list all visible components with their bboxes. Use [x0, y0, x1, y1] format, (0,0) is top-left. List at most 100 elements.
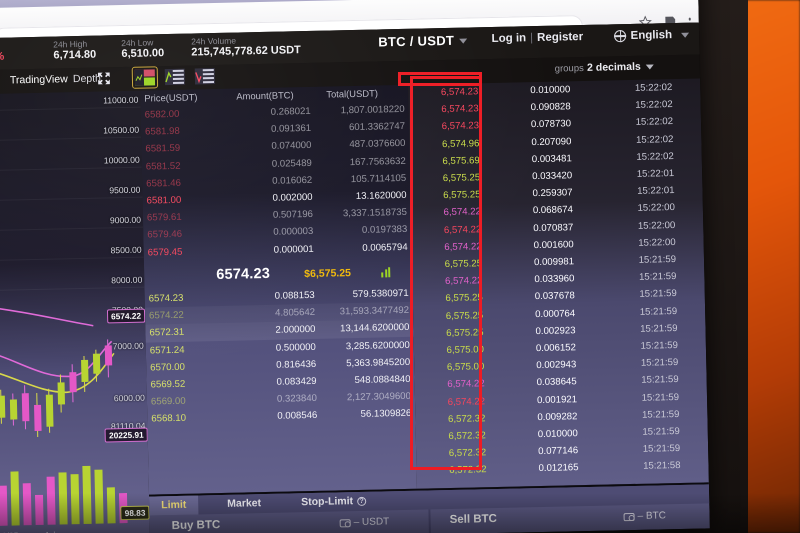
trade-amount: 0.078730: [530, 118, 572, 131]
trade-time: 15:22:02: [634, 82, 673, 94]
help-icon[interactable]: ?: [357, 496, 367, 507]
decimals-selector[interactable]: 2 decimals: [586, 60, 654, 74]
trade-price: 6,574.22: [447, 378, 485, 391]
trade-amount: 0.006152: [535, 342, 577, 355]
orderbook-both-icon[interactable]: [131, 66, 159, 89]
ask-price: 6581.52: [145, 160, 181, 173]
tab-market[interactable]: Market: [215, 494, 273, 514]
trade-time: 15:21:59: [638, 254, 677, 266]
trade-amount: 0.010000: [537, 428, 578, 441]
trade-amount: 0.207090: [531, 135, 572, 148]
ticker-high: 24h High 6,714.80: [53, 39, 96, 63]
orderbook-asks-icon[interactable]: [194, 67, 216, 85]
tab-stop-limit[interactable]: Stop-Limit?: [289, 492, 378, 513]
auth-separator: |: [529, 32, 534, 45]
ask-price: 6581.00: [146, 194, 182, 207]
trade-time: 15:21:59: [641, 374, 679, 387]
trade-time: 15:22:02: [635, 99, 673, 112]
trade-price: 6,575.25: [443, 189, 481, 202]
chevron-down-icon: [681, 32, 690, 38]
trade-price: 6,572.32: [448, 447, 487, 460]
bid-total: 13,144.6200000: [339, 322, 410, 335]
trade-price: 6,574.22: [447, 395, 486, 408]
sell-side-title: Sell BTC: [449, 512, 498, 527]
trade-time: 15:21:59: [641, 408, 680, 421]
market-trades-feed[interactable]: 6,574.23 0.010000 15:22:02 6,574.23 0.09082…: [408, 78, 709, 489]
trade-price: 6,575.00: [446, 361, 485, 374]
ask-amount: 0.091361: [270, 123, 312, 136]
pair-selector[interactable]: BTC / USDT: [378, 33, 468, 49]
trade-amount: 0.033420: [532, 170, 573, 183]
trade-amount: 0.068674: [532, 204, 574, 217]
ticker-volume: 24h Volume 215,745,778.62 USDT: [191, 34, 301, 59]
trade-time: 15:22:01: [636, 168, 675, 180]
trade-amount: 0.038645: [536, 376, 577, 389]
trade-time: 15:22:02: [635, 133, 674, 146]
trade-price: 6,574.23: [440, 86, 479, 99]
bid-amount: 0.008546: [277, 410, 318, 423]
trade-amount: 0.259307: [532, 187, 573, 200]
register-link[interactable]: Register: [537, 31, 583, 44]
tab-limit[interactable]: Limit: [149, 495, 199, 516]
order-book[interactable]: Price(USDT) Amount(BTC) Total(USDT) 6582…: [140, 84, 417, 495]
trade-time: 15:22:02: [635, 116, 674, 129]
ask-price: 6579.46: [147, 229, 183, 241]
ask-price: 6582.00: [144, 108, 180, 121]
ask-amount: 0.002000: [272, 191, 313, 204]
last-price-usd: $6,575.25: [304, 267, 352, 281]
chevron-down-icon: [645, 64, 654, 70]
ticker-change-value: -2.07%: [0, 50, 5, 64]
trade-amount: 0.070837: [533, 221, 574, 234]
buy-balance-value: – USDT: [353, 516, 390, 529]
trade-amount: 0.009981: [533, 256, 575, 269]
ask-amount: 0.074000: [271, 140, 312, 153]
trade-time: 15:21:59: [642, 443, 681, 455]
expand-icon[interactable]: [97, 71, 111, 85]
trade-amount: 0.012165: [538, 462, 579, 475]
bid-amount: 0.500000: [275, 341, 316, 354]
auth-links: Log in | Register: [491, 31, 583, 45]
decimals-label: 2 decimals: [586, 60, 641, 74]
orderbook-bids-icon[interactable]: [164, 68, 186, 86]
bid-amount: 0.088153: [274, 289, 315, 302]
col-price-header: Price(USDT): [144, 91, 198, 104]
tab-tradingview[interactable]: TradingView: [10, 73, 68, 86]
trade-price: 6,572.32: [448, 430, 486, 443]
trade-time: 15:21:58: [643, 460, 681, 473]
photographed-screen: ─ ☐ ✕ Change -2.07: [0, 0, 800, 533]
language-selector[interactable]: English: [614, 29, 690, 43]
ask-total: 167.7563632: [349, 155, 406, 168]
login-link[interactable]: Log in: [491, 32, 526, 45]
ask-price: 6579.45: [147, 246, 183, 259]
trade-price: 6,572.32: [447, 413, 486, 425]
trade-time: 15:21:59: [639, 305, 678, 318]
trade-price: 6,575.25: [446, 327, 484, 339]
form-divider: [428, 509, 431, 533]
ask-amount: 0.000001: [273, 243, 314, 256]
ask-total: 3,337.1518735: [342, 207, 408, 220]
trade-time: 15:22:01: [637, 185, 675, 198]
col-total-header: Total(USDT): [326, 87, 378, 100]
trade-amount: 0.002923: [535, 325, 576, 337]
trade-amount: 0.001600: [533, 239, 574, 251]
globe-icon: [614, 30, 627, 43]
ask-total: 105.7114105: [350, 172, 407, 185]
ask-total: 0.0197383: [361, 224, 408, 237]
ask-total: 0.0065794: [362, 241, 408, 254]
trade-price: 6,572.32: [449, 464, 487, 477]
trade-time: 15:21:59: [642, 425, 680, 438]
sell-balance-value: – BTC: [637, 510, 667, 522]
trade-price: 6,574.22: [443, 223, 482, 236]
trade-amount: 0.009282: [537, 410, 578, 423]
tab-stop-limit-label: Stop-Limit: [301, 495, 354, 509]
trade-time: 15:22:00: [637, 202, 675, 215]
ticker-low-value: 6,510.00: [121, 47, 165, 61]
price-chart[interactable]: 11000.00 10500.00 10000.00 9500.00 9000.…: [0, 90, 151, 533]
groups-label: groups: [554, 62, 584, 75]
orderbook-view-icons: [131, 66, 216, 89]
chart-x-labels: 6/25Jul: [2, 529, 82, 533]
trade-amount: 0.077146: [538, 445, 579, 458]
chevron-down-icon: [459, 38, 468, 44]
chart-volume-tag: 20225.91: [104, 427, 148, 443]
trade-time: 15:21:59: [639, 288, 677, 301]
